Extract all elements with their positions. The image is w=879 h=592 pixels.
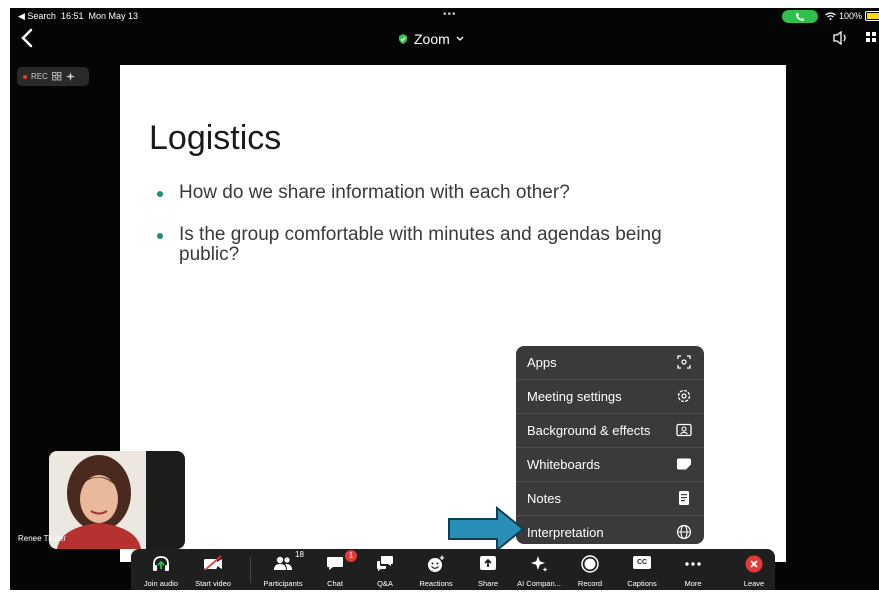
menu-item-apps[interactable]: Apps — [516, 346, 704, 380]
start-video-label: Start video — [195, 579, 231, 588]
multitasking-dots-icon[interactable]: ••• — [443, 9, 457, 20]
status-bar: ◀ Search 16:51 Mon May 13 ••• 100% — [10, 8, 879, 26]
more-menu: Apps Meeting settings Background & effec… — [516, 346, 704, 544]
menu-item-meeting-settings[interactable]: Meeting settings — [516, 380, 704, 414]
participants-icon — [274, 556, 292, 570]
menu-item-label: Notes — [527, 491, 561, 506]
slide-bullet-text: How do we share information with each ot… — [179, 182, 570, 203]
participant-name-label: Renee Tinder — [18, 534, 67, 543]
participants-count: 18 — [295, 550, 304, 559]
leave-button[interactable]: Leave — [724, 549, 784, 590]
status-time: 16:51 — [60, 11, 84, 21]
leave-label: Leave — [743, 579, 765, 588]
ai-sparkle-icon — [531, 556, 548, 572]
battery-percent: 100% — [839, 11, 863, 21]
slide-bullet-text: Is the group comfortable with minutes an… — [179, 224, 662, 265]
smiley-icon — [428, 555, 445, 572]
status-right: 100% — [825, 11, 879, 21]
recording-label: REC — [31, 72, 48, 81]
ai-sparkle-icon — [65, 72, 75, 81]
slide-title: Logistics — [149, 119, 282, 157]
whiteboard-icon — [677, 458, 691, 470]
menu-item-interpretation[interactable]: Interpretation — [516, 516, 704, 544]
menu-item-label: Background & effects — [527, 423, 651, 438]
more-dots-icon — [685, 562, 701, 566]
recording-dot-icon — [23, 74, 27, 79]
menu-item-label: Whiteboards — [527, 457, 600, 472]
apps-icon — [677, 355, 691, 369]
self-video-tile[interactable] — [49, 451, 185, 549]
speaker-icon[interactable] — [832, 30, 850, 46]
wifi-icon — [825, 12, 836, 20]
encryption-shield-icon — [399, 34, 407, 44]
menu-item-notes[interactable]: Notes — [516, 482, 704, 516]
status-left: ◀ Search 16:51 Mon May 13 — [18, 11, 138, 22]
qa-bubbles-icon — [377, 556, 393, 571]
menu-item-label: Interpretation — [527, 525, 604, 540]
slide-bullet: How do we share information with each ot… — [157, 183, 717, 203]
recording-indicator[interactable]: REC — [17, 67, 89, 86]
headphones-icon — [153, 556, 169, 571]
menu-item-background-effects[interactable]: Background & effects — [516, 414, 704, 448]
bullet-dot-icon — [157, 191, 163, 197]
bullet-dot-icon — [157, 233, 163, 239]
menu-item-label: Meeting settings — [527, 389, 622, 404]
annotation-arrow-icon — [448, 506, 525, 552]
back-chevron-icon[interactable] — [20, 28, 34, 48]
slide-bullet: Is the group comfortable with minutes an… — [157, 225, 717, 265]
ipad-screen: ◀ Search 16:51 Mon May 13 ••• 100% Zoom … — [10, 8, 879, 590]
chevron-down-icon — [456, 36, 464, 41]
menu-item-whiteboards[interactable]: Whiteboards — [516, 448, 704, 482]
back-to-search-link[interactable]: ◀ Search — [18, 11, 56, 21]
phone-icon — [796, 13, 804, 21]
meeting-toolbar: Join audio Start video 18 Participants 1… — [131, 549, 775, 590]
status-date: Mon May 13 — [88, 11, 139, 21]
video-off-icon — [204, 555, 222, 571]
menu-item-label: Apps — [527, 355, 557, 370]
share-upload-icon — [480, 556, 496, 570]
active-call-pill[interactable] — [782, 10, 818, 23]
globe-icon — [676, 524, 692, 540]
person-frame-icon — [676, 423, 692, 437]
battery-icon — [865, 11, 879, 21]
record-circle-icon — [581, 555, 599, 573]
meeting-title-label: Zoom — [414, 31, 450, 47]
close-icon — [745, 555, 763, 573]
closed-captions-icon: CC — [633, 556, 651, 569]
start-video-button[interactable]: Start video — [183, 549, 243, 590]
notes-icon — [679, 491, 689, 505]
pause-grid-icon — [51, 72, 62, 81]
meeting-title[interactable]: Zoom — [398, 31, 464, 47]
chat-bubble-icon — [327, 557, 343, 570]
gear-icon — [677, 389, 691, 403]
gallery-grid-icon[interactable] — [866, 32, 876, 46]
